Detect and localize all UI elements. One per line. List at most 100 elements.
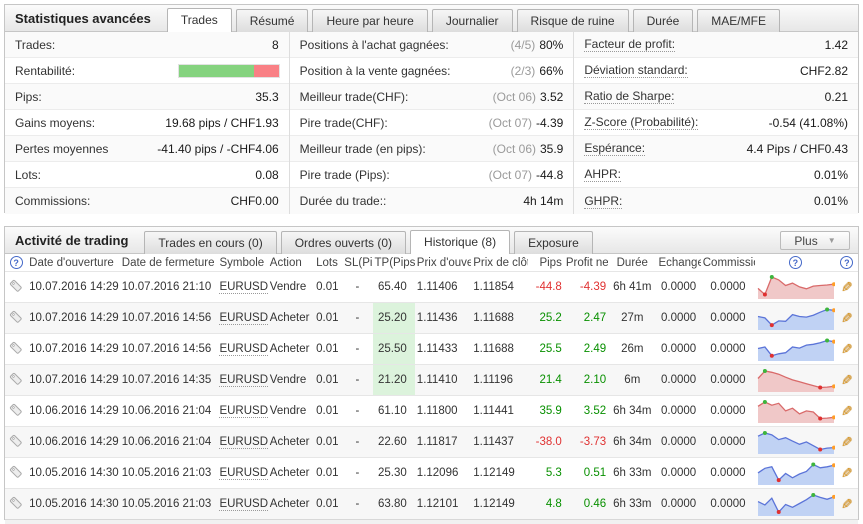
open-date-cell: 10.07.2016 14:29	[27, 303, 120, 334]
tab-dur-e[interactable]: Durée	[633, 9, 694, 32]
edit-pencil-icon[interactable]: ✎	[841, 434, 853, 451]
open-date-cell: 10.05.2016 14:30	[27, 489, 120, 520]
stat-label[interactable]: AHPR:	[584, 167, 621, 182]
trade-sparkline-chart[interactable]	[755, 303, 836, 334]
note-tag-icon[interactable]	[9, 403, 23, 420]
tab-ordres-ouverts-0[interactable]: Ordres ouverts (0)	[281, 231, 406, 254]
symbol-link[interactable]: EURUSD	[219, 343, 267, 356]
note-tag-icon[interactable]	[9, 465, 23, 482]
column-header-sl-pips[interactable]: SL(Pips)	[342, 254, 372, 272]
stat-row-esp-rance: Espérance:4.4 Pips / CHF0.43	[574, 136, 858, 162]
stat-value: CHF2.82	[800, 64, 848, 78]
stat-label[interactable]: GHPR:	[584, 194, 622, 209]
tab-exposure[interactable]: Exposure	[514, 231, 593, 254]
edit-pencil-icon[interactable]: ✎	[841, 372, 853, 389]
edit-pencil-icon[interactable]: ✎	[841, 496, 853, 513]
note-tag-icon[interactable]	[9, 496, 23, 513]
symbol-link[interactable]: EURUSD	[219, 312, 267, 325]
sl-pips-cell: -	[342, 396, 372, 427]
close-price-cell: 1.11688	[471, 334, 527, 365]
tab-heure-par-heure[interactable]: Heure par heure	[312, 9, 427, 32]
stat-value-main: 19.68 pips / CHF1.93	[165, 116, 278, 130]
symbol-link[interactable]: EURUSD	[219, 498, 267, 511]
tp-pips-cell: 21.20	[373, 365, 415, 396]
pips-cell: -38.0	[528, 427, 564, 458]
trade-sparkline-chart[interactable]	[755, 365, 836, 396]
trade-sparkline-chart[interactable]	[755, 272, 836, 303]
tab-trades[interactable]: Trades	[167, 8, 232, 32]
tab-journalier[interactable]: Journalier	[432, 9, 513, 32]
symbol-link[interactable]: EURUSD	[219, 405, 267, 418]
stat-value-main: 35.3	[255, 90, 278, 104]
history-table-row: 10.06.2016 14:29 10.06.2016 21:04 EURUSD…	[5, 427, 858, 458]
note-tag-icon[interactable]	[9, 372, 23, 389]
column-header-profit-net[interactable]: Profit net	[564, 254, 608, 272]
column-header-echange[interactable]: Echange	[656, 254, 700, 272]
help-icon[interactable]: ?	[840, 256, 853, 269]
stat-row-pips: Pips:35.3	[5, 84, 289, 110]
commission-cell: 0.0000	[701, 427, 755, 458]
tp-pips-cell: 25.50	[373, 334, 415, 365]
duration-cell: 6m	[608, 365, 656, 396]
trade-sparkline-chart[interactable]	[755, 396, 836, 427]
sl-pips-cell: -	[342, 272, 372, 303]
stat-label[interactable]: Déviation standard:	[584, 63, 687, 78]
symbol-link[interactable]: EURUSD	[219, 467, 267, 480]
note-tag-icon[interactable]	[9, 279, 23, 296]
panel-footer-strip	[5, 519, 858, 524]
column-header-prix-d-ouverture[interactable]: Prix d'ouverture	[415, 254, 471, 272]
stat-label[interactable]: Ratio de Sharpe:	[584, 89, 674, 104]
column-header-date-d-ouverture[interactable]: Date d'ouverture	[27, 254, 120, 272]
note-tag-icon[interactable]	[9, 434, 23, 451]
trade-sparkline-chart[interactable]	[755, 427, 836, 458]
history-table-row: 10.05.2016 14:30 10.05.2016 21:03 EURUSD…	[5, 489, 858, 520]
stats-grid: Trades:8Rentabilité:Pips:35.3Gains moyen…	[5, 32, 858, 214]
column-header-prix-de-cl-ture[interactable]: Prix de clôture	[471, 254, 527, 272]
column-header-date-de-fermeture[interactable]: Date de fermeture▼	[120, 254, 218, 272]
edit-pencil-icon[interactable]: ✎	[841, 279, 853, 296]
symbol-link[interactable]: EURUSD	[219, 374, 267, 387]
plus-dropdown-button[interactable]: Plus ▼	[780, 231, 850, 250]
trade-sparkline-chart[interactable]	[755, 334, 836, 365]
stat-value-main: 66%	[539, 64, 563, 78]
symbol-link[interactable]: EURUSD	[219, 436, 267, 449]
edit-pencil-icon[interactable]: ✎	[841, 465, 853, 482]
stat-label[interactable]: Facteur de profit:	[584, 37, 675, 52]
stat-label[interactable]: Espérance:	[584, 141, 645, 156]
tab-r-sum[interactable]: Résumé	[236, 9, 309, 32]
activity-tab-bar: Trades en cours (0)Ordres ouverts (0)His…	[144, 227, 596, 253]
pips-cell: 25.5	[528, 334, 564, 365]
profitability-bar-win	[179, 65, 254, 77]
column-header-lots[interactable]: Lots	[314, 254, 342, 272]
column-header-dur-e[interactable]: Durée	[608, 254, 656, 272]
profit-net-cell: -3.73	[564, 427, 608, 458]
note-tag-icon[interactable]	[9, 310, 23, 327]
column-header-tp-pips[interactable]: TP(Pips)	[373, 254, 415, 272]
tab-risque-de-ruine[interactable]: Risque de ruine	[517, 9, 629, 32]
help-icon[interactable]: ?	[10, 256, 23, 269]
help-icon[interactable]: ?	[789, 256, 802, 269]
stat-label[interactable]: Z-Score (Probabilité):	[584, 115, 698, 130]
column-header-action[interactable]: Action	[268, 254, 314, 272]
column-header-commissions[interactable]: Commissions	[701, 254, 755, 272]
tab-historique-8[interactable]: Historique (8)	[410, 230, 510, 254]
trade-sparkline-chart[interactable]	[755, 458, 836, 489]
edit-pencil-icon[interactable]: ✎	[841, 310, 853, 327]
stat-row-pire-trade-pips: Pire trade (Pips):(Oct 07)-44.8	[290, 162, 574, 188]
tab-mae-mfe[interactable]: MAE/MFE	[697, 9, 780, 32]
column-header-pips[interactable]: Pips	[528, 254, 564, 272]
note-tag-icon[interactable]	[9, 341, 23, 358]
commission-cell: 0.0000	[701, 272, 755, 303]
column-header-symbole[interactable]: Symbole	[217, 254, 267, 272]
edit-pencil-icon[interactable]: ✎	[841, 403, 853, 420]
trade-sparkline-chart[interactable]	[755, 489, 836, 520]
action-cell: Acheter	[268, 489, 314, 520]
edit-pencil-icon[interactable]: ✎	[841, 341, 853, 358]
symbol-link[interactable]: EURUSD	[219, 281, 267, 294]
chevron-down-icon: ▼	[828, 236, 836, 245]
stat-value-main: 0.08	[255, 168, 278, 182]
lots-cell: 0.01	[314, 458, 342, 489]
stat-value-main: 4h 14m	[523, 194, 563, 208]
sl-pips-cell: -	[342, 303, 372, 334]
tab-trades-en-cours-0[interactable]: Trades en cours (0)	[144, 231, 276, 254]
